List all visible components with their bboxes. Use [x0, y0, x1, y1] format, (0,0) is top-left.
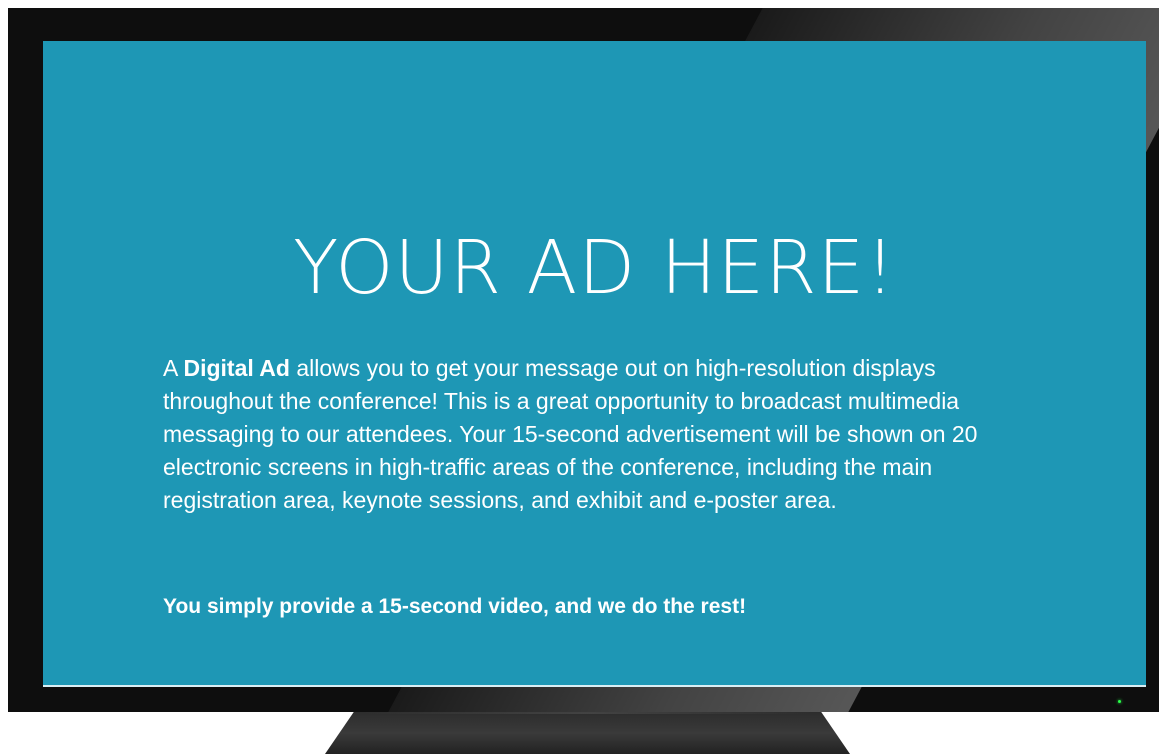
ad-call-to-action: You simply provide a 15-second video, an…	[163, 595, 747, 618]
ad-description: A Digital Ad allows you to get your mess…	[163, 352, 1023, 517]
ad-headline: YOUR AD HERE!	[293, 225, 896, 311]
tv-stand	[325, 708, 850, 754]
tv-screen: YOUR AD HERE! A Digital Ad allows you to…	[43, 41, 1146, 687]
ad-description-bold: Digital Ad	[183, 355, 290, 381]
ad-description-prefix: A	[163, 355, 184, 381]
tv-display-illustration: YOUR AD HERE! A Digital Ad allows you to…	[0, 0, 1163, 754]
power-indicator-light	[1118, 700, 1121, 703]
tv-bezel: YOUR AD HERE! A Digital Ad allows you to…	[8, 8, 1159, 712]
